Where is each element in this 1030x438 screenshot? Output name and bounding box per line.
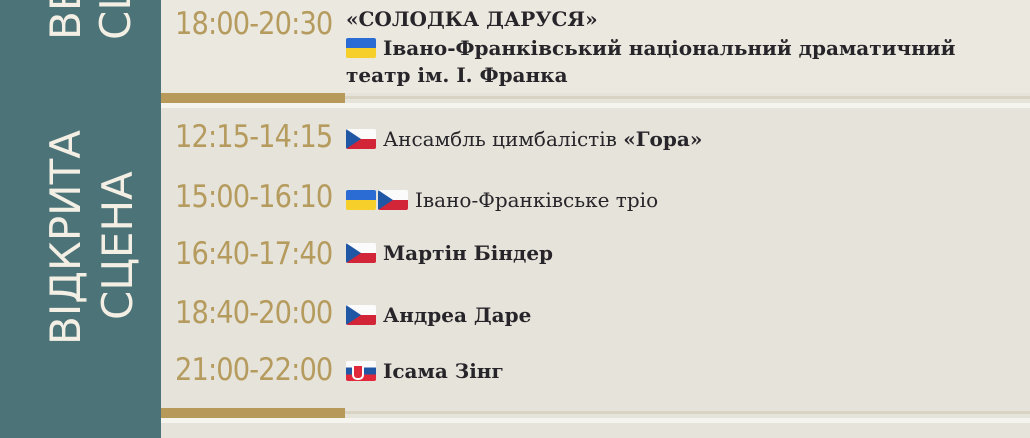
performer-name: «Гора» xyxy=(623,127,703,151)
performer-name: Ісама Зінг xyxy=(383,359,504,383)
slot-time: 15:00-16:10 xyxy=(175,179,333,215)
section-label-top-1: ВЕ xyxy=(41,0,90,40)
performer-name: Мартін Біндер xyxy=(383,241,554,265)
list-item: Ансамбль цимбалістів «Гора» xyxy=(346,127,702,151)
gold-divider xyxy=(161,93,345,103)
section-label-open-stage-2: СЦЕНА xyxy=(93,171,142,320)
czech-flag-icon xyxy=(346,243,376,263)
performer-name: Івано-Франківське тріо xyxy=(415,188,659,212)
divider-line xyxy=(345,411,1030,414)
performer-prefix: Ансамбль цимбалістів xyxy=(383,127,617,151)
section-label-top-2: СЦ xyxy=(91,0,140,40)
event-venue-text-2: театр ім. І. Франка xyxy=(346,63,568,87)
section-label-open-stage-1: ВІДКРИТА xyxy=(41,130,90,345)
slovak-flag-icon xyxy=(346,361,376,381)
czech-flag-icon xyxy=(346,129,376,149)
slot-time: 12:15-14:15 xyxy=(175,119,333,155)
list-item: Івано-Франківське тріо xyxy=(346,188,658,212)
divider-line xyxy=(345,96,1030,99)
slot-time: 16:40-17:40 xyxy=(175,236,333,272)
czech-flag-icon xyxy=(378,190,408,210)
ukraine-flag-icon xyxy=(346,190,376,210)
event-venue-line1: Івано-Франківський національний драматич… xyxy=(346,36,955,60)
divider-white xyxy=(161,418,1030,423)
ukraine-flag-icon xyxy=(346,38,376,58)
list-item: Мартін Біндер xyxy=(346,241,553,265)
event-venue-line2: театр ім. І. Франка xyxy=(346,63,568,87)
event-title-text: «СОЛОДКА ДАРУСЯ» xyxy=(346,7,598,31)
list-item: Андреа Даре xyxy=(346,303,531,327)
slot-time: 21:00-22:00 xyxy=(175,352,333,388)
event-venue-text-1: Івано-Франківський національний драматич… xyxy=(383,36,956,60)
divider-white xyxy=(161,103,1030,108)
event-title: «СОЛОДКА ДАРУСЯ» xyxy=(346,7,598,31)
czech-flag-icon xyxy=(346,305,376,325)
list-item: Ісама Зінг xyxy=(346,359,504,383)
slot-time: 18:40-20:00 xyxy=(175,295,333,331)
gold-divider xyxy=(161,408,345,418)
performer-name: Андреа Даре xyxy=(383,303,532,327)
event-time: 18:00-20:30 xyxy=(175,6,333,42)
